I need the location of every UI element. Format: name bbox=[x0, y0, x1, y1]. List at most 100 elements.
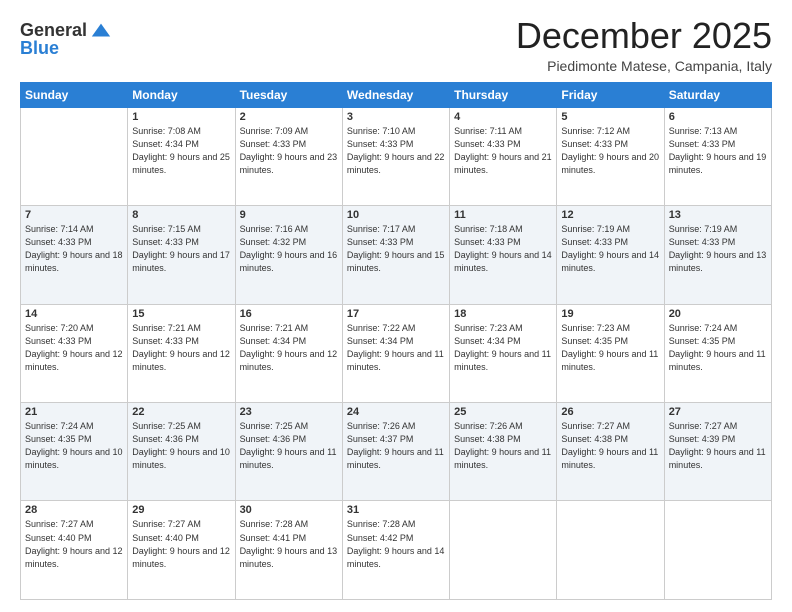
table-row: 17 Sunrise: 7:22 AMSunset: 4:34 PMDaylig… bbox=[342, 304, 449, 402]
day-info: Sunrise: 7:23 AMSunset: 4:35 PMDaylight:… bbox=[561, 322, 659, 374]
header-sunday: Sunday bbox=[21, 82, 128, 107]
day-number: 9 bbox=[240, 209, 338, 221]
day-number: 10 bbox=[347, 209, 445, 221]
day-info: Sunrise: 7:23 AMSunset: 4:34 PMDaylight:… bbox=[454, 322, 552, 374]
day-number: 25 bbox=[454, 406, 552, 418]
table-row: 6 Sunrise: 7:13 AMSunset: 4:33 PMDayligh… bbox=[664, 107, 771, 205]
day-info: Sunrise: 7:11 AMSunset: 4:33 PMDaylight:… bbox=[454, 125, 552, 177]
day-info: Sunrise: 7:17 AMSunset: 4:33 PMDaylight:… bbox=[347, 223, 445, 275]
logo: General Blue bbox=[20, 20, 112, 60]
day-info: Sunrise: 7:19 AMSunset: 4:33 PMDaylight:… bbox=[669, 223, 767, 275]
day-number: 3 bbox=[347, 111, 445, 123]
day-info: Sunrise: 7:10 AMSunset: 4:33 PMDaylight:… bbox=[347, 125, 445, 177]
day-number: 12 bbox=[561, 209, 659, 221]
table-row: 13 Sunrise: 7:19 AMSunset: 4:33 PMDaylig… bbox=[664, 206, 771, 304]
logo-icon bbox=[90, 20, 112, 42]
day-info: Sunrise: 7:27 AMSunset: 4:39 PMDaylight:… bbox=[669, 420, 767, 472]
day-info: Sunrise: 7:27 AMSunset: 4:38 PMDaylight:… bbox=[561, 420, 659, 472]
day-number: 17 bbox=[347, 308, 445, 320]
day-info: Sunrise: 7:21 AMSunset: 4:34 PMDaylight:… bbox=[240, 322, 338, 374]
table-row: 20 Sunrise: 7:24 AMSunset: 4:35 PMDaylig… bbox=[664, 304, 771, 402]
day-info: Sunrise: 7:09 AMSunset: 4:33 PMDaylight:… bbox=[240, 125, 338, 177]
day-number: 15 bbox=[132, 308, 230, 320]
calendar-week-row: 28 Sunrise: 7:27 AMSunset: 4:40 PMDaylig… bbox=[21, 501, 772, 600]
day-info: Sunrise: 7:25 AMSunset: 4:36 PMDaylight:… bbox=[240, 420, 338, 472]
table-row: 28 Sunrise: 7:27 AMSunset: 4:40 PMDaylig… bbox=[21, 501, 128, 600]
day-number: 18 bbox=[454, 308, 552, 320]
table-row: 4 Sunrise: 7:11 AMSunset: 4:33 PMDayligh… bbox=[450, 107, 557, 205]
day-number: 31 bbox=[347, 504, 445, 516]
table-row: 24 Sunrise: 7:26 AMSunset: 4:37 PMDaylig… bbox=[342, 403, 449, 501]
day-number: 4 bbox=[454, 111, 552, 123]
table-row: 14 Sunrise: 7:20 AMSunset: 4:33 PMDaylig… bbox=[21, 304, 128, 402]
day-number: 8 bbox=[132, 209, 230, 221]
table-row: 26 Sunrise: 7:27 AMSunset: 4:38 PMDaylig… bbox=[557, 403, 664, 501]
day-info: Sunrise: 7:08 AMSunset: 4:34 PMDaylight:… bbox=[132, 125, 230, 177]
day-info: Sunrise: 7:28 AMSunset: 4:41 PMDaylight:… bbox=[240, 518, 338, 570]
day-info: Sunrise: 7:26 AMSunset: 4:38 PMDaylight:… bbox=[454, 420, 552, 472]
header: General Blue December 2025 Piedimonte Ma… bbox=[20, 16, 772, 74]
day-number: 21 bbox=[25, 406, 123, 418]
table-row: 22 Sunrise: 7:25 AMSunset: 4:36 PMDaylig… bbox=[128, 403, 235, 501]
calendar-week-row: 7 Sunrise: 7:14 AMSunset: 4:33 PMDayligh… bbox=[21, 206, 772, 304]
table-row: 25 Sunrise: 7:26 AMSunset: 4:38 PMDaylig… bbox=[450, 403, 557, 501]
table-row bbox=[664, 501, 771, 600]
day-info: Sunrise: 7:27 AMSunset: 4:40 PMDaylight:… bbox=[132, 518, 230, 570]
day-number: 1 bbox=[132, 111, 230, 123]
day-number: 16 bbox=[240, 308, 338, 320]
calendar-week-row: 21 Sunrise: 7:24 AMSunset: 4:35 PMDaylig… bbox=[21, 403, 772, 501]
day-number: 27 bbox=[669, 406, 767, 418]
day-info: Sunrise: 7:13 AMSunset: 4:33 PMDaylight:… bbox=[669, 125, 767, 177]
day-info: Sunrise: 7:25 AMSunset: 4:36 PMDaylight:… bbox=[132, 420, 230, 472]
day-info: Sunrise: 7:26 AMSunset: 4:37 PMDaylight:… bbox=[347, 420, 445, 472]
table-row: 2 Sunrise: 7:09 AMSunset: 4:33 PMDayligh… bbox=[235, 107, 342, 205]
table-row bbox=[21, 107, 128, 205]
page: General Blue December 2025 Piedimonte Ma… bbox=[0, 0, 792, 612]
table-row: 8 Sunrise: 7:15 AMSunset: 4:33 PMDayligh… bbox=[128, 206, 235, 304]
day-info: Sunrise: 7:19 AMSunset: 4:33 PMDaylight:… bbox=[561, 223, 659, 275]
table-row: 18 Sunrise: 7:23 AMSunset: 4:34 PMDaylig… bbox=[450, 304, 557, 402]
header-tuesday: Tuesday bbox=[235, 82, 342, 107]
day-info: Sunrise: 7:24 AMSunset: 4:35 PMDaylight:… bbox=[25, 420, 123, 472]
calendar-header-row: Sunday Monday Tuesday Wednesday Thursday… bbox=[21, 82, 772, 107]
table-row: 30 Sunrise: 7:28 AMSunset: 4:41 PMDaylig… bbox=[235, 501, 342, 600]
day-info: Sunrise: 7:28 AMSunset: 4:42 PMDaylight:… bbox=[347, 518, 445, 570]
calendar-week-row: 1 Sunrise: 7:08 AMSunset: 4:34 PMDayligh… bbox=[21, 107, 772, 205]
table-row: 21 Sunrise: 7:24 AMSunset: 4:35 PMDaylig… bbox=[21, 403, 128, 501]
day-number: 23 bbox=[240, 406, 338, 418]
day-number: 13 bbox=[669, 209, 767, 221]
table-row: 16 Sunrise: 7:21 AMSunset: 4:34 PMDaylig… bbox=[235, 304, 342, 402]
table-row: 9 Sunrise: 7:16 AMSunset: 4:32 PMDayligh… bbox=[235, 206, 342, 304]
title-area: December 2025 Piedimonte Matese, Campani… bbox=[516, 16, 772, 74]
header-thursday: Thursday bbox=[450, 82, 557, 107]
table-row: 19 Sunrise: 7:23 AMSunset: 4:35 PMDaylig… bbox=[557, 304, 664, 402]
day-number: 30 bbox=[240, 504, 338, 516]
table-row bbox=[450, 501, 557, 600]
day-info: Sunrise: 7:18 AMSunset: 4:33 PMDaylight:… bbox=[454, 223, 552, 275]
table-row: 23 Sunrise: 7:25 AMSunset: 4:36 PMDaylig… bbox=[235, 403, 342, 501]
day-info: Sunrise: 7:21 AMSunset: 4:33 PMDaylight:… bbox=[132, 322, 230, 374]
table-row: 27 Sunrise: 7:27 AMSunset: 4:39 PMDaylig… bbox=[664, 403, 771, 501]
day-number: 11 bbox=[454, 209, 552, 221]
table-row: 5 Sunrise: 7:12 AMSunset: 4:33 PMDayligh… bbox=[557, 107, 664, 205]
day-number: 6 bbox=[669, 111, 767, 123]
header-saturday: Saturday bbox=[664, 82, 771, 107]
day-number: 2 bbox=[240, 111, 338, 123]
day-info: Sunrise: 7:15 AMSunset: 4:33 PMDaylight:… bbox=[132, 223, 230, 275]
day-info: Sunrise: 7:22 AMSunset: 4:34 PMDaylight:… bbox=[347, 322, 445, 374]
table-row: 15 Sunrise: 7:21 AMSunset: 4:33 PMDaylig… bbox=[128, 304, 235, 402]
table-row: 12 Sunrise: 7:19 AMSunset: 4:33 PMDaylig… bbox=[557, 206, 664, 304]
month-title: December 2025 bbox=[516, 16, 772, 56]
header-friday: Friday bbox=[557, 82, 664, 107]
table-row: 1 Sunrise: 7:08 AMSunset: 4:34 PMDayligh… bbox=[128, 107, 235, 205]
day-number: 5 bbox=[561, 111, 659, 123]
day-number: 29 bbox=[132, 504, 230, 516]
day-info: Sunrise: 7:24 AMSunset: 4:35 PMDaylight:… bbox=[669, 322, 767, 374]
day-info: Sunrise: 7:16 AMSunset: 4:32 PMDaylight:… bbox=[240, 223, 338, 275]
calendar-table: Sunday Monday Tuesday Wednesday Thursday… bbox=[20, 82, 772, 600]
table-row: 11 Sunrise: 7:18 AMSunset: 4:33 PMDaylig… bbox=[450, 206, 557, 304]
day-info: Sunrise: 7:27 AMSunset: 4:40 PMDaylight:… bbox=[25, 518, 123, 570]
table-row bbox=[557, 501, 664, 600]
table-row: 31 Sunrise: 7:28 AMSunset: 4:42 PMDaylig… bbox=[342, 501, 449, 600]
day-number: 14 bbox=[25, 308, 123, 320]
